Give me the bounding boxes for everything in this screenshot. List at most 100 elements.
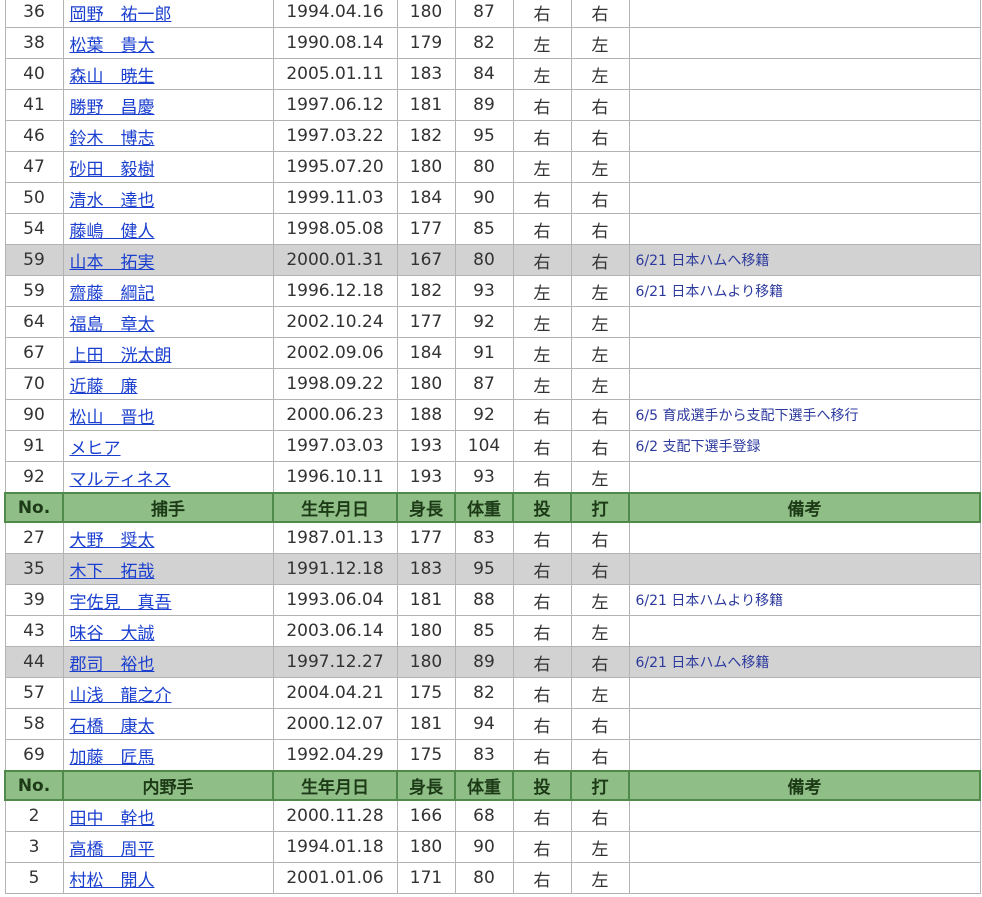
player-name-link[interactable]: 郡司 裕也 [70,655,155,675]
player-weight: 83 [454,739,514,772]
player-name-link[interactable]: 砂田 毅樹 [70,160,155,180]
player-note [628,89,981,121]
player-name-link[interactable]: 勝野 昌慶 [70,98,155,118]
player-name-link[interactable]: 味谷 大誠 [70,624,155,644]
player-name-link[interactable]: 松葉 貴大 [70,36,155,56]
player-weight: 90 [454,831,514,863]
player-name-link[interactable]: 鈴木 博志 [70,129,155,149]
player-row: 44 郡司 裕也 1997.12.27 180 89 右右 6/21 日本ハムへ移籍 [4,646,981,678]
player-name-link[interactable]: 山本 拓実 [70,253,155,273]
header-weight: 体重 [454,492,514,523]
player-row: 90 松山 晋也 2000.06.23 188 92 右右 6/5 育成選手から支配下選手へ… [4,399,981,431]
player-row: 70 近藤 廉 1998.09.22 180 87 左左 [4,368,981,400]
player-name: 加藤 匠馬 [62,739,274,772]
player-name-link[interactable]: 近藤 廉 [70,377,138,397]
player-name: 山本 拓実 [62,244,274,276]
player-height: 177 [396,213,456,245]
player-name: メヒア [62,430,274,462]
player-name: 勝野 昌慶 [62,89,274,121]
player-weight: 88 [454,584,514,616]
player-name-link[interactable]: 田中 幹也 [70,809,155,829]
header-position: 捕手 [62,492,274,523]
player-name-link[interactable]: 村松 開人 [70,871,155,891]
player-name: 松山 晋也 [62,399,274,431]
player-name-link[interactable]: メヒア [70,439,121,459]
player-height: 180 [396,831,456,863]
player-number: 67 [4,337,64,369]
player-throws: 右 [512,646,572,678]
player-name-link[interactable]: 宇佐見 真吾 [70,593,172,613]
player-name: 郡司 裕也 [62,646,274,678]
player-name-link[interactable]: 加藤 匠馬 [70,748,155,768]
player-name: 森山 暁生 [62,58,274,90]
player-birthdate: 1994.04.16 [272,0,398,28]
player-note: 6/21 日本ハムより移籍 [628,275,981,307]
player-bats: 左 [570,831,630,863]
player-name-link[interactable]: 山浅 龍之介 [70,686,172,706]
player-note [628,182,981,214]
player-number: 54 [4,213,64,245]
player-name: 上田 洸太朗 [62,337,274,369]
player-name-link[interactable]: 大野 奨太 [70,531,155,551]
player-height: 183 [396,58,456,90]
player-row: 46 鈴木 博志 1997.03.22 182 95 右右 [4,120,981,152]
player-note [628,27,981,59]
player-name-link[interactable]: 松山 晋也 [70,408,155,428]
player-name-link[interactable]: 藤嶋 健人 [70,222,155,242]
player-number: 5 [4,862,64,894]
player-name-link[interactable]: 木下 拓哉 [70,562,155,582]
player-note [628,461,981,494]
player-note [628,0,981,28]
player-birthdate: 1992.04.29 [272,739,398,772]
player-height: 179 [396,27,456,59]
player-note [628,615,981,647]
player-birthdate: 1997.03.22 [272,120,398,152]
header-no: No. [4,770,64,801]
player-row: 5 村松 開人 2001.01.06 171 80 右左 [4,862,981,894]
player-note: 6/2 支配下選手登録 [628,430,981,462]
player-height: 177 [396,521,456,554]
player-number: 41 [4,89,64,121]
player-throws: 左 [512,151,572,183]
header-weight: 体重 [454,770,514,801]
player-name-link[interactable]: 高橋 周平 [70,840,155,860]
player-bats: 右 [570,430,630,462]
player-height: 180 [396,368,456,400]
player-name-link[interactable]: 石橋 康太 [70,717,155,737]
player-weight: 89 [454,646,514,678]
player-name: 齋藤 綱記 [62,275,274,307]
header-bats: 打 [570,492,630,523]
player-name-link[interactable]: 上田 洸太朗 [70,346,172,366]
player-name: 清水 達也 [62,182,274,214]
header-height: 身長 [396,492,456,523]
player-name: 石橋 康太 [62,708,274,740]
player-birthdate: 2005.01.11 [272,58,398,90]
player-note [628,521,981,554]
player-height: 182 [396,120,456,152]
player-birthdate: 1997.12.27 [272,646,398,678]
player-birthdate: 2000.01.31 [272,244,398,276]
player-bats: 左 [570,584,630,616]
player-number: 40 [4,58,64,90]
player-note [628,306,981,338]
player-bats: 右 [570,182,630,214]
player-name-link[interactable]: 森山 暁生 [70,67,155,87]
player-bats: 左 [570,27,630,59]
player-weight: 92 [454,306,514,338]
player-number: 90 [4,399,64,431]
player-height: 175 [396,739,456,772]
player-bats: 左 [570,862,630,894]
player-weight: 94 [454,708,514,740]
player-name-link[interactable]: 岡野 祐一郎 [70,5,172,25]
player-note: 6/21 日本ハムより移籍 [628,584,981,616]
player-name-link[interactable]: 清水 達也 [70,191,155,211]
player-number: 39 [4,584,64,616]
player-number: 36 [4,0,64,28]
player-weight: 85 [454,615,514,647]
player-name-link[interactable]: 福島 章太 [70,315,155,335]
player-birthdate: 2000.11.28 [272,799,398,832]
header-bats: 打 [570,770,630,801]
player-name-link[interactable]: マルティネス [70,470,171,490]
player-number: 57 [4,677,64,709]
player-name-link[interactable]: 齋藤 綱記 [70,284,155,304]
